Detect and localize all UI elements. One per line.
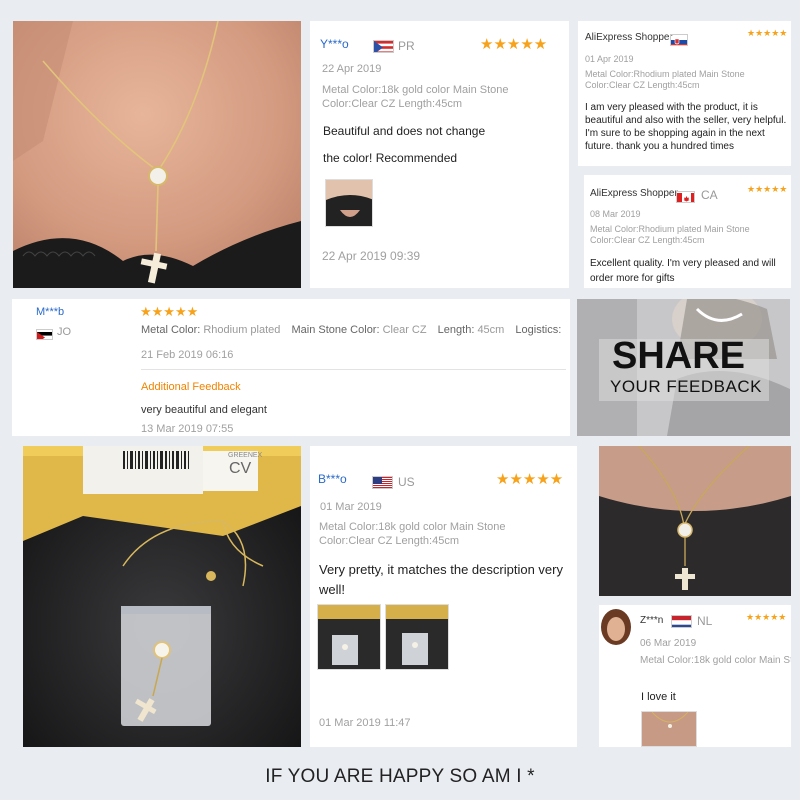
product-photo-gold-necklace-1[interactable] [13, 21, 301, 288]
share-title: SHARE [612, 335, 746, 377]
review-card-3: AliExpress Shopper CA ★★★★★ 08 Mar 2019 … [584, 175, 791, 288]
review-card-5: B***o US ★★★★★ 01 Mar 2019 Metal Color:1… [310, 446, 577, 747]
flag-jo-icon [36, 329, 53, 341]
review-specs: Metal Color:Rhodium plated Main Stone Co… [585, 69, 745, 90]
package-label-cv: CV [229, 460, 252, 477]
reviewer-name[interactable]: AliExpress Shopper [590, 188, 678, 199]
review-card-4: M***b JO ★★★★★ Metal Color: Rhodium plat… [12, 299, 570, 436]
review-text: Excellent quality. I'm very pleased and … [590, 258, 776, 284]
reviewer-name[interactable]: AliExpress Shopper [585, 32, 673, 43]
review-photo-thumb-2[interactable] [385, 604, 449, 670]
additional-feedback-date: 13 Mar 2019 07:55 [141, 423, 234, 435]
review-text-line1: Beautiful and does not change [323, 124, 486, 138]
metal-value: Rhodium plated [203, 324, 281, 336]
review-specs-row: Metal Color: Rhodium plated Main Stone C… [141, 324, 561, 336]
reviewer-country: US [398, 475, 415, 489]
review-card-2: AliExpress Shopper ★★★★★ 01 Apr 2019 Met… [578, 21, 791, 166]
review-card-6: Z***n NL ★★★★★ 06 Mar 2019 Metal Color:1… [599, 605, 791, 747]
length-label: Length: [437, 324, 475, 336]
stone-label: Main Stone Color: [291, 324, 380, 336]
share-subtitle: YOUR FEEDBACK [610, 377, 762, 396]
flag-us-icon [372, 476, 393, 490]
reviewer-country: NL [697, 614, 713, 628]
flag-pr-icon [373, 40, 394, 54]
footer-slogan: IF YOU ARE HAPPY SO AM I * [265, 766, 535, 787]
review-timestamp: 22 Apr 2019 09:39 [322, 249, 421, 263]
additional-feedback-text: very beautiful and elegant [141, 404, 267, 416]
review-specs: Metal Color:18k gold color Main Stone Co… [322, 84, 509, 110]
reviewer-country: JO [57, 326, 72, 338]
product-photo-package[interactable]: GREENEX CV [23, 446, 301, 747]
logistics-label: Logistics: [515, 324, 562, 336]
review-text-line2: the color! Recommended [323, 151, 458, 165]
reviewer-country: PR [398, 39, 415, 53]
share-feedback-banner: SHARE YOUR FEEDBACK [577, 299, 790, 436]
stone-value: Clear CZ [382, 324, 427, 336]
review-date: 01 Mar 2019 [320, 501, 382, 513]
review-date: 01 Apr 2019 [585, 54, 634, 64]
length-value: 45cm [477, 324, 505, 336]
reviewer-name[interactable]: M***b [36, 306, 64, 318]
review-photo-thumb-1[interactable] [317, 604, 381, 670]
flag-ca-icon [676, 190, 695, 203]
reviewer-name[interactable]: Y***o [320, 37, 349, 51]
rating-stars: ★★★★★ [747, 184, 788, 194]
rating-stars: ★★★★★ [496, 471, 564, 488]
review-specs: Metal Color:18k gold color Main Stone Co… [640, 655, 791, 666]
review-text: Very pretty, it matches the description … [319, 562, 563, 597]
review-photo-thumb[interactable] [641, 711, 697, 747]
review-timestamp: 01 Mar 2019 11:47 [319, 717, 411, 729]
rating-stars: ★★★★★ [480, 36, 548, 53]
rating-stars: ★★★★★ [746, 612, 787, 622]
review-card-1: Y***o PR ★★★★★ 22 Apr 2019 Metal Color:1… [310, 21, 569, 288]
additional-feedback-label: Additional Feedback [141, 381, 241, 393]
review-photo-thumb[interactable] [325, 179, 373, 227]
metal-label: Metal Color: [141, 324, 201, 336]
review-date: 08 Mar 2019 [590, 209, 641, 219]
review-specs: Metal Color:Rhodium plated Main Stone Co… [590, 224, 750, 245]
flag-nl-icon [671, 615, 692, 629]
review-date: 06 Mar 2019 [640, 638, 697, 649]
review-date: 22 Apr 2019 [322, 63, 382, 75]
reviewer-country: CA [701, 188, 718, 202]
review-text: I am very pleased with the product, it i… [585, 102, 787, 152]
review-specs: Metal Color:18k gold color Main Stone Co… [319, 521, 506, 547]
rating-stars: ★★★★★ [140, 304, 199, 319]
package-label-greenex: GREENEX [228, 452, 263, 459]
product-photo-gold-necklace-2[interactable] [599, 446, 791, 596]
review-text: I love it [641, 691, 676, 703]
divider [141, 369, 566, 370]
reviewer-name[interactable]: Z***n [640, 615, 663, 626]
reviewer-name[interactable]: B***o [318, 472, 347, 486]
reviewer-avatar[interactable] [601, 609, 631, 645]
rating-stars: ★★★★★ [747, 28, 788, 38]
review-date: 21 Feb 2019 06:16 [141, 349, 234, 361]
flag-sk-icon [670, 33, 688, 46]
